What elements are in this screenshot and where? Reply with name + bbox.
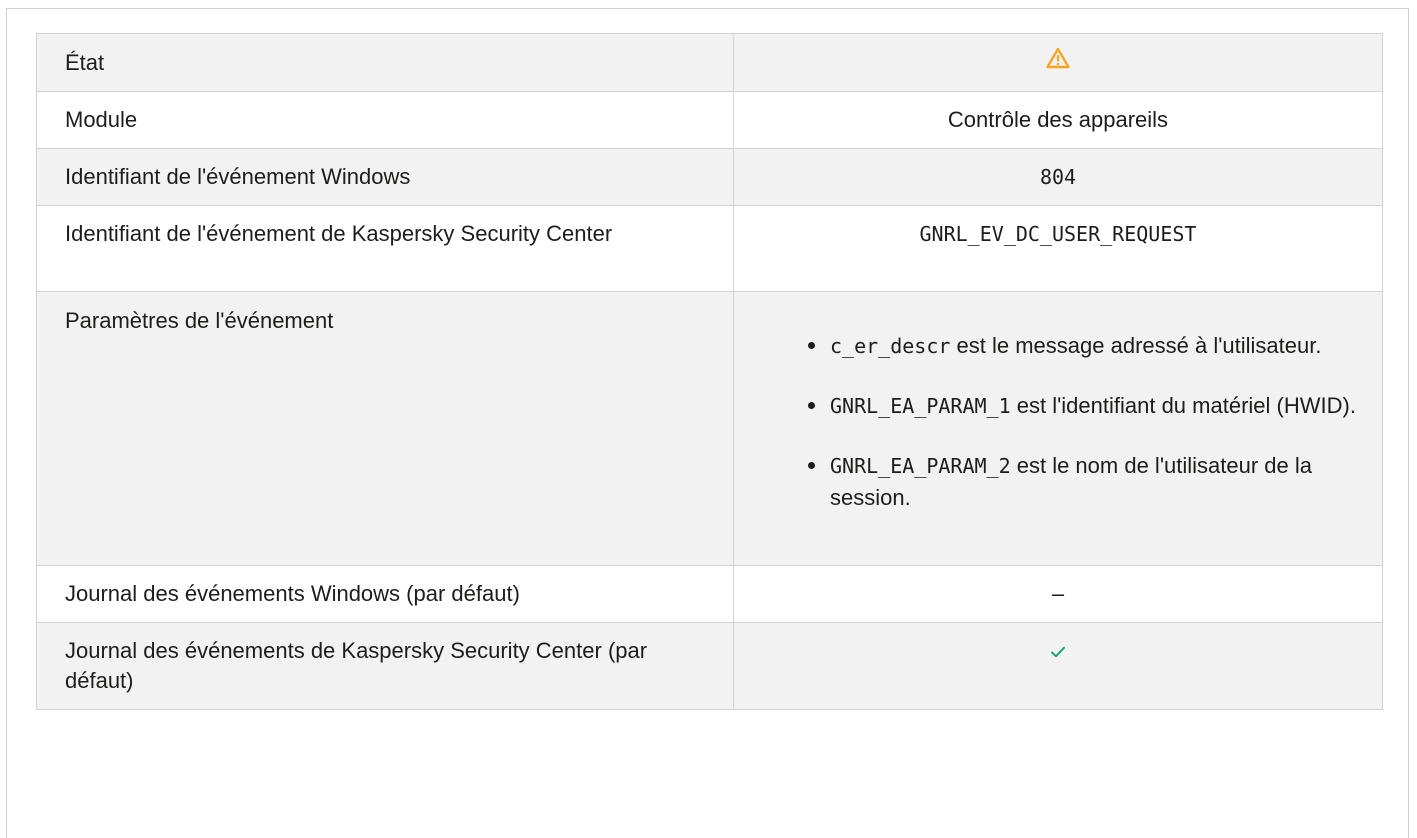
module-label: Module	[36, 91, 734, 149]
windows-event-id-value: 804	[733, 148, 1383, 206]
windows-log-label: Journal des événements Windows (par défa…	[36, 565, 734, 623]
param-description: est l'identifiant du matériel (HWID).	[1010, 393, 1356, 418]
param-code: GNRL_EA_PARAM_1	[830, 394, 1011, 418]
list-item: GNRL_EA_PARAM_1 est l'identifiant du mat…	[808, 390, 1362, 422]
bullet-icon	[808, 462, 815, 469]
ksc-event-id-value: GNRL_EV_DC_USER_REQUEST	[733, 205, 1383, 292]
table-row-state: État	[36, 33, 1383, 92]
list-item: GNRL_EA_PARAM_2 est le nom de l'utilisat…	[808, 450, 1362, 513]
event-params-list: c_er_descr est le message adressé à l'ut…	[754, 330, 1362, 513]
windows-log-value: –	[733, 565, 1383, 623]
table-row-ksc-event-id: Identifiant de l'événement de Kaspersky …	[36, 205, 1383, 292]
event-params-value: c_er_descr est le message adressé à l'ut…	[733, 291, 1383, 566]
table-row-windows-event-id: Identifiant de l'événement Windows 804	[36, 148, 1383, 206]
bullet-icon	[808, 402, 815, 409]
state-value	[733, 33, 1383, 92]
ksc-log-value	[733, 622, 1383, 710]
event-details-table: État Module Contrôle des appareils Ident…	[36, 33, 1383, 710]
ksc-log-label: Journal des événements de Kaspersky Secu…	[36, 622, 734, 710]
param-code: GNRL_EA_PARAM_2	[830, 454, 1011, 478]
ksc-event-id-code: GNRL_EV_DC_USER_REQUEST	[919, 222, 1197, 246]
table-row-ksc-log: Journal des événements de Kaspersky Secu…	[36, 622, 1383, 710]
windows-event-id-label: Identifiant de l'événement Windows	[36, 148, 734, 206]
table-row-module: Module Contrôle des appareils	[36, 91, 1383, 149]
list-item: c_er_descr est le message adressé à l'ut…	[808, 330, 1362, 362]
check-icon	[1050, 637, 1066, 667]
param-code: c_er_descr	[830, 334, 951, 358]
state-label: État	[36, 33, 734, 92]
ksc-event-id-label: Identifiant de l'événement de Kaspersky …	[36, 205, 734, 292]
event-params-label: Paramètres de l'événement	[36, 291, 734, 566]
param-description: est le message adressé à l'utilisateur.	[950, 333, 1322, 358]
table-row-event-params: Paramètres de l'événement c_er_descr est…	[36, 291, 1383, 566]
windows-event-id-code: 804	[1039, 165, 1077, 189]
warning-icon	[1046, 47, 1070, 77]
bullet-icon	[808, 342, 815, 349]
table-row-windows-log: Journal des événements Windows (par défa…	[36, 565, 1383, 623]
module-value: Contrôle des appareils	[733, 91, 1383, 149]
